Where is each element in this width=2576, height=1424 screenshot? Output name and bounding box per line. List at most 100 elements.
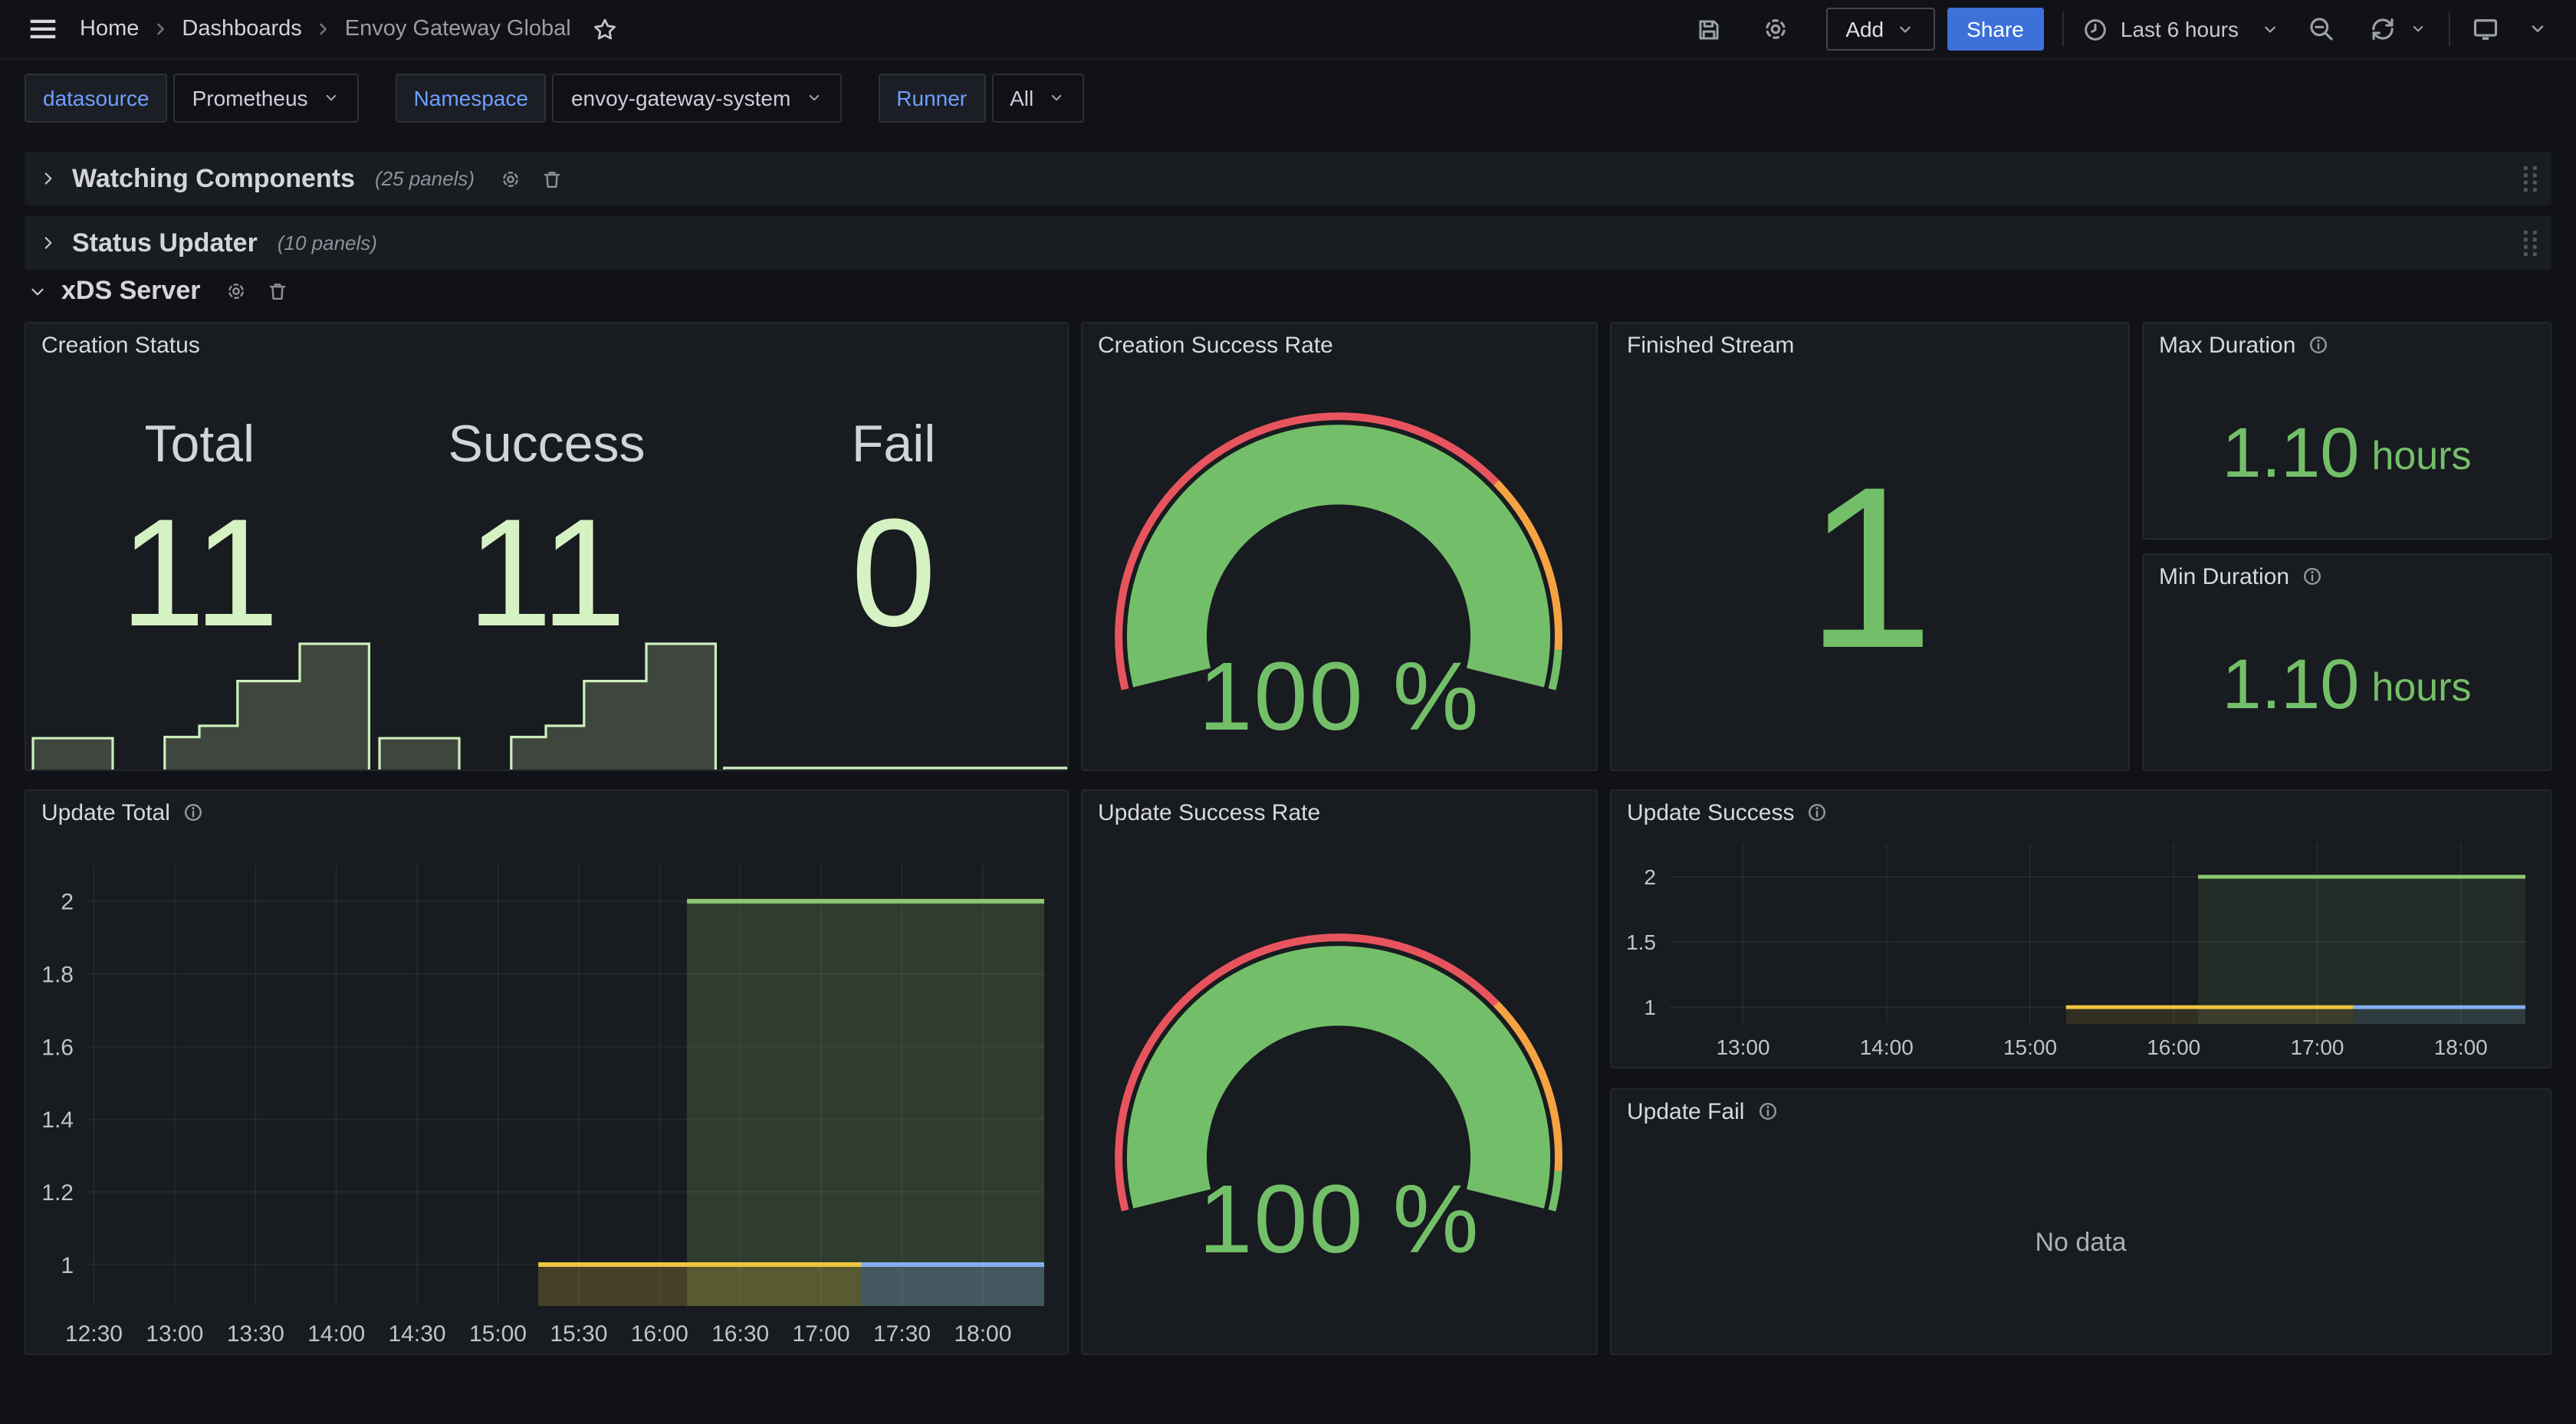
panel-title[interactable]: Update Success — [1627, 799, 1794, 825]
variable-datasource-value: Prometheus — [192, 86, 308, 110]
time-range-picker[interactable]: Last 6 hours — [2082, 16, 2280, 42]
refresh-button[interactable] — [2366, 12, 2400, 46]
chevron-down-icon — [1047, 89, 1066, 107]
timeseries-chart[interactable]: 12:3013:0013:3014:0014:3015:0015:3016:00… — [26, 834, 1067, 1353]
zoom-out-time-button[interactable] — [2305, 12, 2338, 46]
row-title: Status Updater — [72, 228, 258, 258]
topbar-more-dropdown[interactable] — [2524, 15, 2551, 43]
panel-max-duration: Max Duration 1.10 hours — [2142, 322, 2551, 540]
svg-text:16:00: 16:00 — [2147, 1035, 2200, 1059]
clock-icon — [2082, 16, 2108, 42]
chevron-down-icon — [804, 89, 823, 107]
panel-update-success-rate: Update Success Rate 100 % — [1081, 789, 1598, 1355]
stat-unit: hours — [2371, 431, 2471, 479]
hamburger-icon — [28, 14, 58, 44]
favorite-star-button[interactable] — [590, 13, 622, 45]
row-drag-handle[interactable] — [2521, 163, 2541, 194]
row-drag-handle[interactable] — [2521, 228, 2541, 258]
save-dashboard-button[interactable] — [1692, 13, 1724, 45]
chevron-right-icon — [38, 233, 58, 253]
variable-runner-select[interactable]: All — [991, 74, 1084, 123]
variable-runner: Runner All — [878, 74, 1084, 123]
row-settings-gear-icon[interactable] — [499, 168, 521, 189]
row-xds-server[interactable]: xDS Server — [28, 271, 288, 311]
dashboard-settings-button[interactable] — [1758, 12, 1792, 46]
panel-title[interactable]: Creation Status — [41, 332, 200, 358]
svg-text:16:00: 16:00 — [631, 1321, 688, 1347]
variable-namespace-label[interactable]: Namespace — [396, 74, 547, 123]
drag-dots-icon — [2521, 228, 2541, 258]
panel-creation-status: Creation Status Total 11 Success 11 Fail… — [25, 322, 1069, 771]
stat-value: 11 — [120, 494, 280, 655]
svg-text:18:00: 18:00 — [2434, 1035, 2488, 1059]
variable-datasource-select[interactable]: Prometheus — [174, 74, 359, 123]
row-panel-count: (25 panels) — [375, 167, 475, 190]
variable-datasource: datasource Prometheus — [25, 74, 359, 123]
panel-title[interactable]: Min Duration — [2159, 563, 2289, 589]
stat-total: Total 11 — [26, 366, 373, 769]
breadcrumb-dashboards[interactable]: Dashboards — [182, 17, 301, 41]
svg-text:17:00: 17:00 — [793, 1321, 850, 1347]
svg-text:2: 2 — [1644, 865, 1656, 889]
row-delete-trash-icon[interactable] — [540, 168, 562, 189]
panel-title[interactable]: Update Total — [41, 799, 170, 825]
panel-finished-stream: Finished Stream 1 — [1610, 322, 2130, 771]
divider — [2449, 12, 2450, 46]
row-settings-gear-icon[interactable] — [225, 281, 246, 302]
svg-text:1.6: 1.6 — [41, 1035, 74, 1060]
refresh-interval-dropdown[interactable] — [2406, 17, 2430, 41]
chevron-right-icon — [38, 169, 58, 189]
panel-title[interactable]: Creation Success Rate — [1098, 332, 1333, 358]
variable-runner-label[interactable]: Runner — [878, 74, 985, 123]
svg-text:12:30: 12:30 — [65, 1321, 123, 1347]
stat-sparkline — [720, 639, 1066, 769]
svg-text:13:00: 13:00 — [146, 1321, 203, 1347]
monitor-icon — [2472, 15, 2499, 43]
share-button[interactable]: Share — [1947, 8, 2044, 51]
info-icon[interactable] — [182, 802, 204, 823]
add-button[interactable]: Add — [1825, 8, 1934, 51]
svg-text:17:00: 17:00 — [2290, 1035, 2344, 1059]
share-button-label: Share — [1967, 17, 2024, 41]
variable-namespace: Namespace envoy-gateway-system — [396, 74, 842, 123]
stat-unit: hours — [2371, 663, 2471, 710]
panel-update-total: Update Total 12:3013:0013:3014:0014:3015… — [25, 789, 1069, 1355]
timeseries-chart[interactable]: 13:0014:0015:0016:0017:0018:0021.51 — [1612, 834, 2550, 1067]
breadcrumb-home[interactable]: Home — [80, 17, 139, 41]
info-icon[interactable] — [1756, 1101, 1778, 1122]
stat-value: 1 — [1806, 435, 1934, 701]
variable-namespace-select[interactable]: envoy-gateway-system — [553, 74, 841, 123]
svg-text:1.8: 1.8 — [41, 962, 74, 987]
panel-title[interactable]: Finished Stream — [1627, 332, 1794, 358]
row-title: Watching Components — [72, 163, 355, 194]
info-icon[interactable] — [2308, 334, 2329, 356]
chevron-down-icon — [2409, 20, 2427, 38]
svg-text:15:00: 15:00 — [2003, 1035, 2057, 1059]
stat-label: Success — [448, 415, 645, 475]
stat-grid: Total 11 Success 11 Fail 0 — [26, 366, 1067, 769]
panel-title[interactable]: Max Duration — [2159, 332, 2295, 358]
row-watching-components[interactable]: Watching Components (25 panels) — [25, 152, 2551, 205]
svg-text:14:30: 14:30 — [389, 1321, 446, 1347]
info-icon[interactable] — [1806, 802, 1828, 823]
info-icon[interactable] — [2302, 566, 2323, 587]
divider — [2062, 12, 2064, 46]
row-delete-trash-icon[interactable] — [266, 281, 288, 302]
svg-text:14:00: 14:00 — [307, 1321, 365, 1347]
stat-fail: Fail 0 — [720, 366, 1067, 769]
kiosk-mode-button[interactable] — [2469, 12, 2502, 46]
stat-value-group: 1.10 hours — [2144, 598, 2550, 769]
svg-text:13:30: 13:30 — [227, 1321, 284, 1347]
menu-toggle-button[interactable] — [25, 11, 61, 48]
row-panel-count: (10 panels) — [278, 231, 377, 254]
svg-text:1.4: 1.4 — [41, 1107, 74, 1133]
panel-title[interactable]: Update Success Rate — [1098, 799, 1320, 825]
panel-title[interactable]: Update Fail — [1627, 1098, 1744, 1124]
row-status-updater[interactable]: Status Updater (10 panels) — [25, 216, 2551, 270]
variable-datasource-label[interactable]: datasource — [25, 74, 168, 123]
add-button-label: Add — [1845, 17, 1884, 41]
chevron-right-icon — [313, 18, 334, 40]
variable-runner-value: All — [1010, 86, 1033, 110]
save-icon — [1695, 16, 1721, 42]
star-icon — [593, 16, 619, 42]
